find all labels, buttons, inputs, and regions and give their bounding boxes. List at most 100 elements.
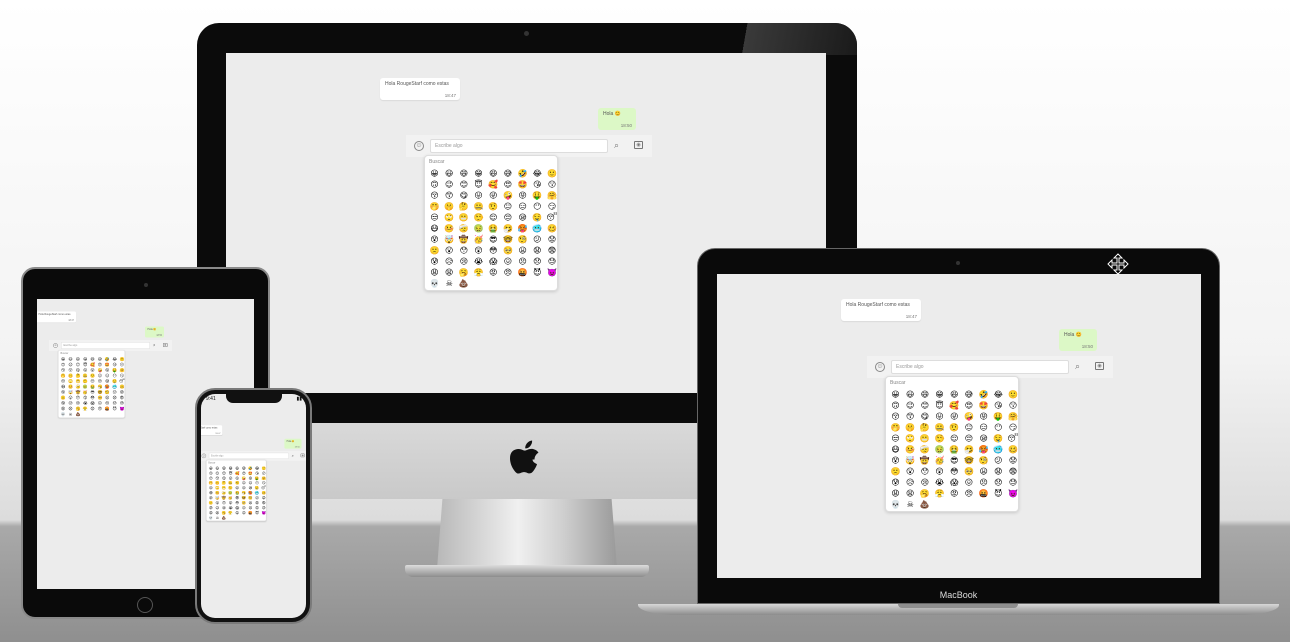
emoji-option[interactable]: 😰 (890, 477, 901, 488)
emoji-option[interactable]: 😶 (532, 201, 543, 212)
emoji-option[interactable]: 😨 (1008, 466, 1019, 477)
emoji-option[interactable]: 🤕 (458, 223, 469, 234)
emoji-option[interactable]: 🤥 (473, 212, 484, 223)
emoji-option[interactable]: 😄 (919, 389, 930, 400)
emoji-option[interactable]: 😇 (934, 400, 945, 411)
message-input[interactable]: Escribe algo (891, 360, 1069, 374)
emoji-option[interactable]: 😪 (517, 212, 528, 223)
emoji-option[interactable]: 🤠 (458, 234, 469, 245)
emoji-option[interactable]: 😡 (488, 267, 499, 278)
emoji-option[interactable]: 😃 (905, 389, 916, 400)
emoji-option[interactable]: ☠ (444, 278, 455, 289)
emoji-option[interactable]: 😄 (458, 168, 469, 179)
emoji-option[interactable]: 😅 (502, 168, 513, 179)
emoji-option[interactable]: 🤮 (949, 444, 960, 455)
emoji-option[interactable]: 😢 (458, 256, 469, 267)
emoji-option[interactable]: 😫 (905, 488, 916, 499)
emoji-option[interactable]: 🤢 (473, 223, 484, 234)
emoji-option[interactable]: 💀 (429, 278, 440, 289)
emoji-option[interactable]: 😡 (235, 510, 240, 515)
emoji-option[interactable]: 😶 (993, 422, 1004, 433)
emoji-option[interactable]: 😨 (547, 245, 558, 256)
emoji-option[interactable]: ☠ (68, 412, 74, 418)
emoji-option[interactable]: 😵 (429, 234, 440, 245)
emoji-option[interactable]: 😞 (532, 256, 543, 267)
emoji-option[interactable]: 😔 (963, 433, 974, 444)
attach-icon[interactable]: ⌕ (292, 453, 294, 458)
emoji-option[interactable]: 😋 (458, 190, 469, 201)
emoji-option[interactable]: ☠ (905, 499, 916, 510)
emoji-option[interactable]: 😙 (905, 411, 916, 422)
emoji-option[interactable]: 🤒 (444, 223, 455, 234)
emoji-option[interactable]: 😂 (993, 389, 1004, 400)
emoji-option[interactable]: 😫 (444, 267, 455, 278)
emoji-option[interactable]: 😒 (429, 212, 440, 223)
emoji-option[interactable]: 😉 (444, 179, 455, 190)
emoji-option[interactable]: 🙄 (444, 212, 455, 223)
emoji-option[interactable]: 😁 (934, 389, 945, 400)
emoji-option[interactable]: 😠 (97, 406, 103, 412)
emoji-option[interactable]: 😖 (502, 256, 513, 267)
emoji-option[interactable]: 😖 (963, 477, 974, 488)
emoji-option[interactable]: 🤬 (248, 510, 253, 515)
emoji-option[interactable]: 🤬 (105, 406, 111, 412)
emoji-option[interactable]: 😴 (547, 212, 558, 223)
emoji-option[interactable]: 💩 (75, 412, 81, 418)
emoji-option[interactable]: 😒 (890, 433, 901, 444)
attach-icon[interactable]: ⌕ (1075, 361, 1080, 372)
emoji-option[interactable]: 🤩 (517, 179, 528, 190)
emoji-option[interactable]: 🤥 (934, 433, 945, 444)
emoji-option[interactable]: 😳 (488, 245, 499, 256)
emoji-option[interactable]: 😙 (444, 190, 455, 201)
emoji-option[interactable]: 😎 (949, 455, 960, 466)
emoji-option[interactable]: 😑 (517, 201, 528, 212)
emoji-option[interactable]: 😏 (1008, 422, 1019, 433)
emoji-option[interactable]: 🤪 (502, 190, 513, 201)
emoji-option[interactable]: 😡 (90, 406, 96, 412)
emoji-option[interactable]: 😤 (228, 510, 233, 515)
emoji-option[interactable]: 🤤 (993, 433, 1004, 444)
emoji-option[interactable]: 🤢 (934, 444, 945, 455)
emoji-option[interactable]: 💀 (208, 515, 213, 520)
emoji-option[interactable]: 🥶 (993, 444, 1004, 455)
message-input[interactable]: Escribe algo (430, 139, 608, 153)
emoji-option[interactable]: 🤔 (458, 201, 469, 212)
emoji-option[interactable]: 😦 (978, 466, 989, 477)
emoji-option[interactable]: 😐 (963, 422, 974, 433)
emoji-option[interactable]: 😘 (532, 179, 543, 190)
emoji-option[interactable]: 😧 (993, 466, 1004, 477)
emoji-option[interactable]: 🥰 (949, 400, 960, 411)
emoji-option[interactable]: 🤪 (963, 411, 974, 422)
emoji-option[interactable]: 😕 (993, 455, 1004, 466)
emoji-option[interactable]: 👿 (547, 267, 558, 278)
emoji-option[interactable]: 🤐 (934, 422, 945, 433)
emoji-option[interactable]: 😆 (949, 389, 960, 400)
emoji-option[interactable]: 🤬 (978, 488, 989, 499)
emoji-option[interactable]: 😱 (488, 256, 499, 267)
camera-icon[interactable]: ◉ (634, 141, 643, 149)
emoji-option[interactable]: 😋 (919, 411, 930, 422)
emoji-option[interactable]: 😪 (978, 433, 989, 444)
emoji-option[interactable]: 😇 (473, 179, 484, 190)
emoji-option[interactable]: 😗 (1008, 400, 1019, 411)
emoji-option[interactable]: 😝 (517, 190, 528, 201)
emoji-option[interactable]: 🙃 (890, 400, 901, 411)
emoji-option[interactable]: 😓 (547, 256, 558, 267)
emoji-option[interactable]: 😚 (890, 411, 901, 422)
emoji-option[interactable]: 😗 (547, 179, 558, 190)
emoji-option[interactable]: 🤔 (919, 422, 930, 433)
emoji-option[interactable]: 💩 (458, 278, 469, 289)
emoji-option[interactable]: 😷 (429, 223, 440, 234)
emoji-option[interactable]: 😯 (919, 466, 930, 477)
emoji-option[interactable]: 🤣 (517, 168, 528, 179)
emoji-option[interactable]: 🤫 (905, 422, 916, 433)
emoji-option[interactable]: 🤨 (488, 201, 499, 212)
emoji-option[interactable]: 😭 (473, 256, 484, 267)
emoji-button-icon[interactable]: ☺ (201, 453, 207, 459)
emoji-option[interactable]: 👿 (1008, 488, 1019, 499)
emoji-option[interactable]: 👿 (261, 510, 266, 515)
emoji-option[interactable]: 😈 (993, 488, 1004, 499)
emoji-option[interactable]: 😬 (919, 433, 930, 444)
emoji-option[interactable]: 🥴 (1008, 444, 1019, 455)
emoji-option[interactable]: 🙂 (547, 168, 558, 179)
